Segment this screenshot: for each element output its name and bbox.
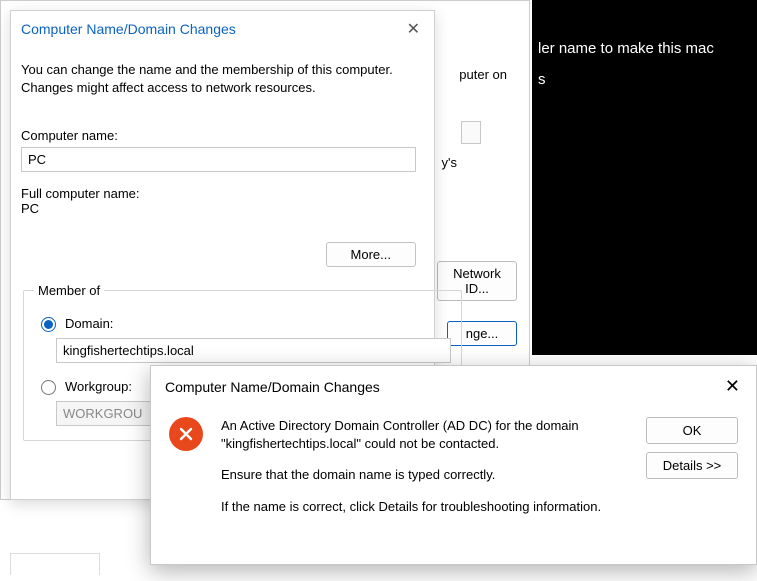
error-message-2: Ensure that the domain name is typed cor… [221,466,630,484]
close-icon[interactable]: ✕ [403,19,424,39]
full-computer-name-label: Full computer name: [21,186,424,201]
domain-input[interactable] [56,338,451,363]
error-dialog: Computer Name/Domain Changes ✕ An Active… [150,365,757,565]
sysprop-desc-frag-2: y's [442,155,457,170]
error-icon [169,417,203,451]
info-line-2: s [538,71,751,88]
details-button[interactable]: Details >> [646,452,738,479]
computer-name-label: Computer name: [21,128,424,143]
info-panel-dark: ler name to make this mac s [532,0,757,355]
dialog-description: You can change the name and the membersh… [21,61,424,96]
tab-stub [10,553,100,575]
sysprop-desc-input-frag [461,121,481,144]
ok-button[interactable]: OK [646,417,738,444]
member-of-legend: Member of [34,283,104,298]
workgroup-radio-label: Workgroup: [65,379,132,394]
dialog-title: Computer Name/Domain Changes [21,21,236,37]
error-dialog-title: Computer Name/Domain Changes [165,379,380,395]
computer-name-input[interactable] [21,147,416,172]
domain-radio-label: Domain: [65,316,113,331]
error-message-3: If the name is correct, click Details fo… [221,498,630,516]
sysprop-desc-frag-1: puter on [459,67,507,82]
close-icon[interactable]: ✕ [721,376,744,397]
full-computer-name-value: PC [21,201,424,216]
domain-radio[interactable] [41,317,56,332]
workgroup-radio[interactable] [41,380,56,395]
info-line-1: ler name to make this mac [538,40,751,57]
more-button[interactable]: More... [326,242,416,267]
error-message-1: An Active Directory Domain Controller (A… [221,417,630,452]
